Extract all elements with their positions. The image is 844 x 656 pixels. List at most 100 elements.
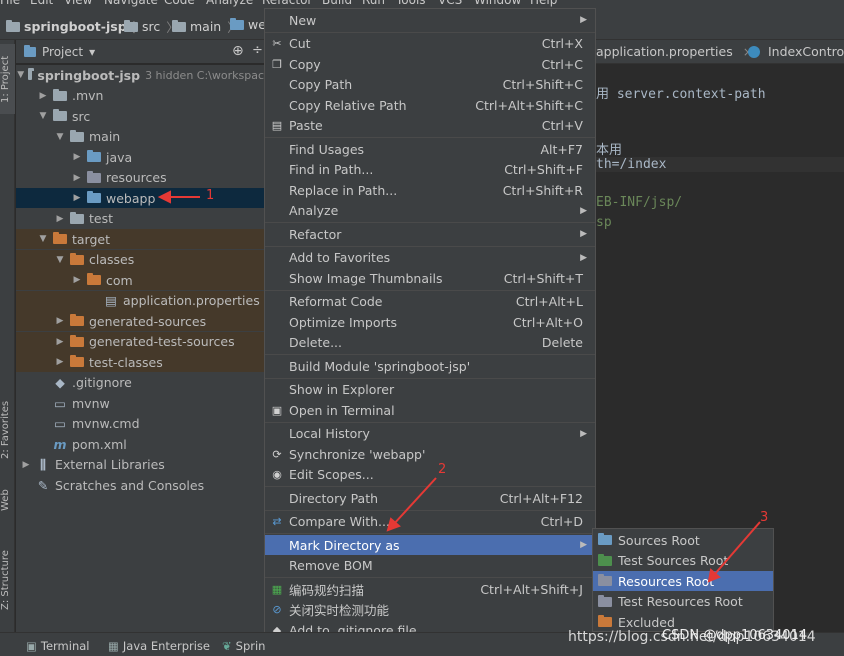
collapsed-arrow-icon[interactable]: ▶ [71,152,83,162]
tree-item-gitignore[interactable]: ◆ .gitignore [16,373,264,393]
collapsed-arrow-icon[interactable]: ▶ [71,173,83,183]
tree-item-com[interactable]: ▶ com [16,270,264,290]
shortcut-label: Ctrl+X [541,36,583,51]
expanded-arrow-icon[interactable]: ▼ [54,255,66,265]
tool-tab-project[interactable]: 1: Project [0,44,15,114]
tree-item-generated-test-sources[interactable]: ▶ generated-test-sources [16,331,264,352]
menu-item-open-in-terminal[interactable]: ▣ Open in Terminal [265,400,595,420]
terminal-tab[interactable]: ▣ Terminal [26,639,89,653]
tree-item-main[interactable]: ▼ main [16,127,264,147]
tab-application-properties[interactable]: application.properties × [596,44,753,59]
menu-item-cn-39[interactable]: ⊘ 关闭实时检测功能 [265,600,595,620]
menu-item-copy-relative-path[interactable]: Copy Relative Path Ctrl+Alt+Shift+C [265,95,595,115]
tree-item-springboot-jsp[interactable]: ▼ springboot-jsp 3 hidden C:\workspac [16,65,264,85]
menu-item-refactor[interactable]: Refactor ▶ [265,224,595,244]
menu-item-show-in-explorer[interactable]: Show in Explorer [265,380,595,400]
tab-index-controller[interactable]: IndexControll [748,44,844,59]
menu-separator [265,377,595,379]
tree-item-mvnw[interactable]: ▭ mvnw [16,393,264,413]
expanded-arrow-icon[interactable]: ▼ [54,132,66,142]
folder-web-icon [87,191,101,203]
collapsed-arrow-icon[interactable]: ▶ [20,460,32,470]
menu-item-directory-path[interactable]: Directory Path Ctrl+Alt+F12 [265,488,595,508]
menu-item-label: Copy [289,56,321,72]
tree-item-src[interactable]: ▼ src [16,106,264,126]
menu-code[interactable]: Code [164,0,195,7]
tree-item-generated-sources[interactable]: ▶ generated-sources [16,311,264,331]
expanded-arrow-icon[interactable]: ▼ [37,111,49,121]
watermark-overlay: CSDN @dpp10634014 [662,628,808,643]
target-icon[interactable]: ⊕ [232,43,244,59]
tree-item-pom-xml[interactable]: m pom.xml [16,434,264,454]
tree-item-target[interactable]: ▼ target [16,229,264,249]
collapsed-arrow-icon[interactable]: ▶ [54,214,66,224]
menu-tools[interactable]: Tools [396,0,426,7]
menu-item-mark-directory-as[interactable]: Mark Directory as ▶ [265,535,595,555]
expanded-arrow-icon[interactable]: ▼ [37,234,49,244]
submenu-item-test-sources-root[interactable]: Test Sources Root [593,551,773,571]
menu-item-compare-with[interactable]: ⇄ Compare With... Ctrl+D [265,512,595,532]
menu-run[interactable]: Run [362,0,385,7]
menu-item-replace-in-path[interactable]: Replace in Path... Ctrl+Shift+R [265,180,595,200]
tree-item-external-libraries[interactable]: ▶ ⫼ External Libraries [16,455,264,475]
tool-tab-structure[interactable]: Z: Structure [0,540,15,620]
menu-view[interactable]: View [64,0,92,7]
menu-item-cut[interactable]: ✂ Cut Ctrl+X [265,34,595,54]
tree-item-java[interactable]: ▶ java [16,147,264,167]
submenu-item-resources-root[interactable]: Resources Root [593,571,773,591]
menu-help[interactable]: Help [530,0,557,7]
project-view-selector[interactable]: Project ▾ [24,45,95,59]
tree-item-application-properties[interactable]: ▤ application.properties [16,290,264,311]
menu-item-analyze[interactable]: Analyze ▶ [265,201,595,221]
collapsed-arrow-icon[interactable]: ▶ [37,91,49,101]
menu-navigate[interactable]: Navigate [104,0,158,7]
submenu-item-test-resources-root[interactable]: Test Resources Root [593,592,773,612]
tool-tab-favorites[interactable]: 2: Favorites [0,390,15,470]
tool-tab-web[interactable]: Web [0,480,15,520]
menu-item-delete[interactable]: Delete... Delete [265,333,595,353]
tree-item-webapp[interactable]: ▶ webapp [16,188,264,208]
collapse-icon[interactable]: ÷ [252,43,263,58]
tree-item-resources[interactable]: ▶ resources [16,168,264,188]
folder-icon [53,88,67,101]
menu-item-copy[interactable]: ❐ Copy Ctrl+C [265,54,595,74]
submenu-item-sources-root[interactable]: Sources Root [593,530,773,550]
menu-item-synchronize-webapp[interactable]: ⟳ Synchronize 'webapp' [265,444,595,464]
collapsed-arrow-icon[interactable]: ▶ [54,357,66,367]
menu-item-remove-bom[interactable]: Remove BOM [265,556,595,576]
menu-build[interactable]: Build [322,0,352,7]
tree-item-scratches-and-consoles[interactable]: ✎ Scratches and Consoles [16,475,264,495]
spring-tab[interactable]: ❦ Sprin [222,639,265,653]
menu-edit[interactable]: Edit [30,0,53,7]
menu-item-cn-38[interactable]: ▦ 编码规约扫描 Ctrl+Alt+Shift+J [265,579,595,599]
menu-item-edit-scopes[interactable]: ◉ Edit Scopes... [265,465,595,485]
menu-item-new[interactable]: New ▶ [265,10,595,30]
collapsed-arrow-icon[interactable]: ▶ [54,316,66,326]
menu-item-paste[interactable]: ▤ Paste Ctrl+V [265,116,595,136]
tree-item-mvn[interactable]: ▶ .mvn [16,86,264,106]
menu-item-copy-path[interactable]: Copy Path Ctrl+Shift+C [265,75,595,95]
menu-item-build-module-springboot-jsp[interactable]: Build Module 'springboot-jsp' [265,356,595,376]
tree-item-test-classes[interactable]: ▶ test-classes [16,352,264,372]
menu-item-show-image-thumbnails[interactable]: Show Image Thumbnails Ctrl+Shift+T [265,268,595,288]
menu-window[interactable]: Window [474,0,521,7]
menu-analyze[interactable]: Analyze [206,0,253,7]
menu-vcs[interactable]: VCS [438,0,462,7]
menu-item-find-usages[interactable]: Find Usages Alt+F7 [265,139,595,159]
menu-item-add-to-favorites[interactable]: Add to Favorites ▶ [265,248,595,268]
tree-item-test[interactable]: ▶ test [16,209,264,229]
menu-item-reformat-code[interactable]: Reformat Code Ctrl+Alt+L [265,292,595,312]
menu-item-local-history[interactable]: Local History ▶ [265,424,595,444]
menu-item-optimize-imports[interactable]: Optimize Imports Ctrl+Alt+O [265,312,595,332]
expanded-arrow-icon[interactable]: ▼ [17,70,24,80]
menu-file[interactable]: File [0,0,20,7]
menu-refactor[interactable]: Refactor [262,0,312,7]
tree-item-mvnw-cmd[interactable]: ▭ mvnw.cmd [16,414,264,434]
tree-item-classes[interactable]: ▼ classes [16,249,264,270]
collapsed-arrow-icon[interactable]: ▶ [54,337,66,347]
menu-item-find-in-path[interactable]: Find in Path... Ctrl+Shift+F [265,160,595,180]
menu-item-label: Copy Relative Path [289,97,407,113]
java-enterprise-tab[interactable]: ▦ Java Enterprise [108,639,210,653]
collapsed-arrow-icon[interactable]: ▶ [71,275,83,285]
collapsed-arrow-icon[interactable]: ▶ [71,193,83,203]
